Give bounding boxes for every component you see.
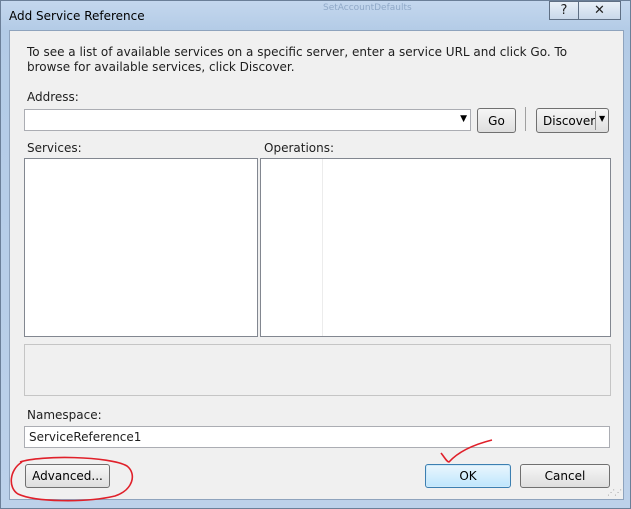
close-button[interactable]: ✕ xyxy=(579,1,621,20)
go-button[interactable]: Go xyxy=(477,108,516,133)
discover-button-label: Discover xyxy=(543,113,596,128)
address-combobox[interactable]: ▼ xyxy=(24,109,471,131)
services-label: Services: xyxy=(27,141,82,155)
namespace-label: Namespace: xyxy=(27,408,102,422)
cancel-button[interactable]: Cancel xyxy=(520,464,610,488)
instructions-text: To see a list of available services on a… xyxy=(27,45,568,74)
dialog-title: Add Service Reference xyxy=(9,9,145,23)
dialog-window: Add Service Reference SetAccountDefaults… xyxy=(0,0,631,509)
address-label: Address: xyxy=(27,90,79,104)
toolbar-separator xyxy=(525,107,526,131)
cancel-button-label: Cancel xyxy=(544,469,586,483)
background-caption: SetAccountDefaults xyxy=(323,3,412,13)
services-tree[interactable] xyxy=(24,158,258,337)
advanced-button-label: Advanced... xyxy=(32,469,103,483)
namespace-input[interactable]: ServiceReference1 xyxy=(24,426,610,448)
details-area xyxy=(24,344,611,396)
resize-grip-icon[interactable]: ⋰⋰ xyxy=(607,488,622,497)
operations-list[interactable] xyxy=(260,158,611,337)
discover-split-button[interactable]: Discover ▼ xyxy=(536,108,609,133)
go-button-label: Go xyxy=(488,113,505,128)
operations-label: Operations: xyxy=(264,141,335,155)
dropdown-arrow-icon[interactable]: ▼ xyxy=(460,114,467,124)
dialog-client-area: To see a list of available services on a… xyxy=(9,30,624,500)
ok-button-label: OK xyxy=(459,469,477,483)
ok-button[interactable]: OK xyxy=(425,464,511,488)
split-divider xyxy=(595,111,596,130)
help-button[interactable]: ? xyxy=(549,1,579,20)
discover-dropdown-icon[interactable]: ▼ xyxy=(599,114,605,123)
advanced-button[interactable]: Advanced... xyxy=(25,464,110,488)
close-icon: ✕ xyxy=(594,3,605,18)
operations-column-divider xyxy=(322,159,323,336)
help-icon: ? xyxy=(560,3,568,18)
